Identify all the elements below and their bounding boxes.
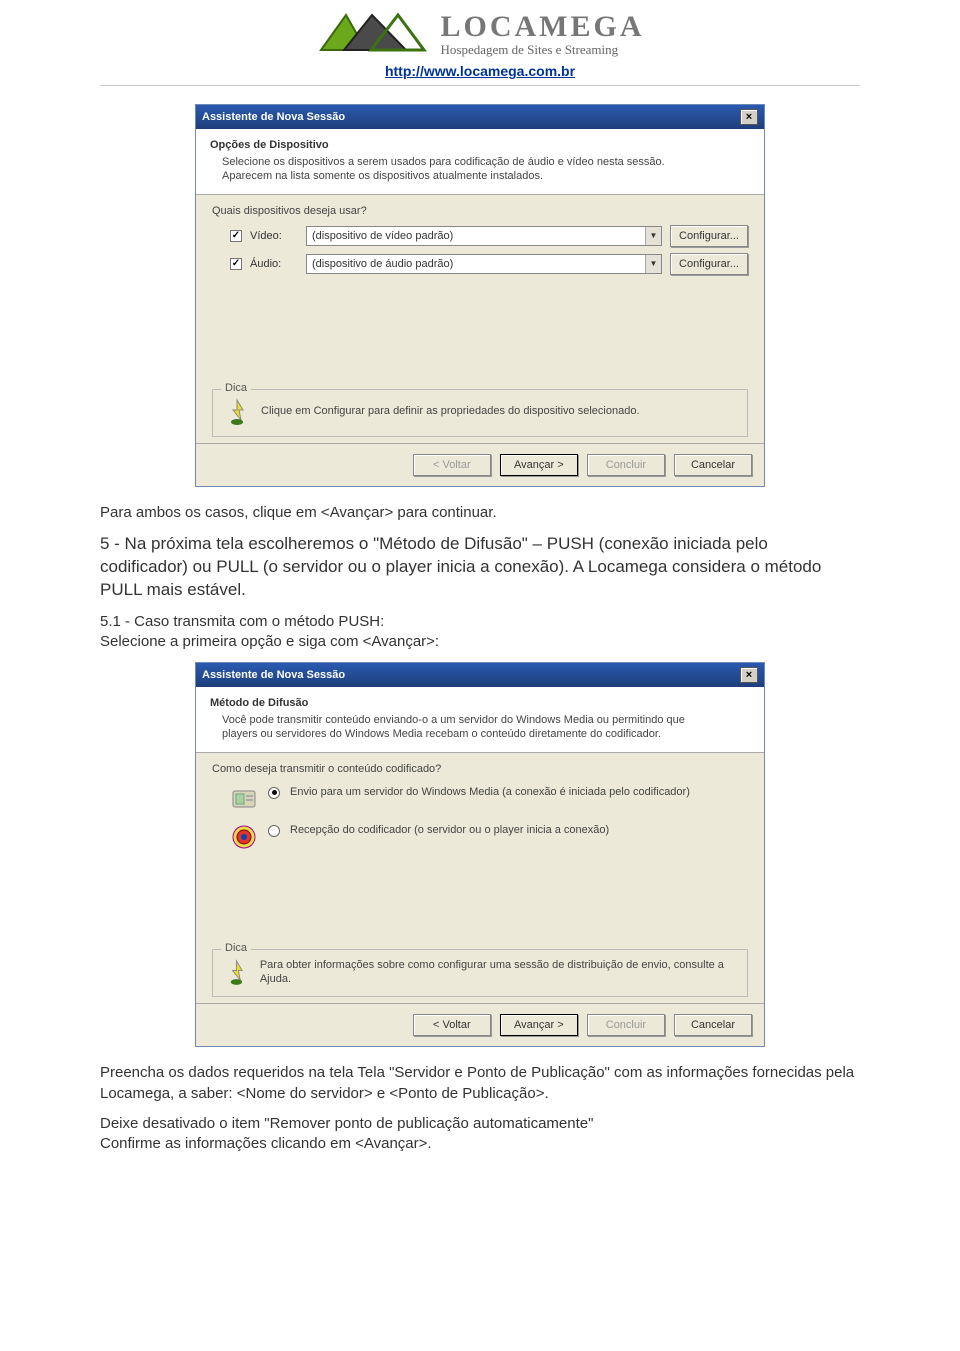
push-option-row[interactable]: Envio para um servidor do Windows Media … — [230, 785, 748, 813]
wizard-footer: < Voltar Avançar > Concluir Cancelar — [196, 443, 764, 486]
video-device-row: ✓ Vídeo: (dispositivo de vídeo padrão) ▼… — [230, 225, 748, 247]
wizard-window-broadcast-method: Assistente de Nova Sessão × Método de Di… — [195, 662, 765, 1047]
logo-subtitle: Hospedagem de Sites e Streaming — [441, 42, 645, 58]
question-label: Quais dispositivos deseja usar? — [212, 205, 748, 217]
logo-title: LOCAMEGA — [441, 10, 645, 44]
header-divider — [100, 85, 860, 86]
audio-label: Áudio: — [250, 258, 298, 270]
section-title: Opções de Dispositivo — [210, 139, 750, 151]
push-radio[interactable] — [268, 787, 280, 799]
site-url-link[interactable]: http://www.locamega.com.br — [100, 63, 860, 79]
audio-checkbox[interactable]: ✓ — [230, 258, 242, 270]
close-icon[interactable]: × — [740, 667, 758, 683]
instruction-text: Para ambos os casos, clique em <Avançar>… — [100, 503, 860, 523]
finish-button[interactable]: Concluir — [587, 454, 665, 476]
audio-device-dropdown[interactable]: (dispositivo de áudio padrão) ▼ — [306, 254, 662, 274]
instruction-text: Deixe desativado o item "Remover ponto d… — [100, 1114, 860, 1134]
lightbulb-icon — [223, 958, 250, 986]
titlebar: Assistente de Nova Sessão × — [196, 105, 764, 129]
titlebar: Assistente de Nova Sessão × — [196, 663, 764, 687]
tip-legend: Dica — [221, 942, 251, 954]
tip-text: Para obter informações sobre como config… — [260, 958, 737, 987]
logo-mark-icon — [316, 10, 431, 58]
next-button[interactable]: Avançar > — [500, 454, 578, 476]
audio-device-value: (dispositivo de áudio padrão) — [312, 258, 453, 270]
window-title: Assistente de Nova Sessão — [202, 669, 345, 681]
tip-legend: Dica — [221, 382, 251, 394]
video-label: Vídeo: — [250, 230, 298, 242]
question-label: Como deseja transmitir o conteúdo codifi… — [212, 763, 748, 775]
tip-text: Clique em Configurar para definir as pro… — [261, 404, 640, 418]
configure-audio-button[interactable]: Configurar... — [670, 253, 748, 275]
server-icon — [230, 785, 258, 813]
cancel-button[interactable]: Cancelar — [674, 454, 752, 476]
window-title: Assistente de Nova Sessão — [202, 111, 345, 123]
chevron-down-icon: ▼ — [645, 255, 661, 273]
instruction-text: Preencha os dados requeridos na tela Tel… — [100, 1063, 860, 1104]
cancel-button[interactable]: Cancelar — [674, 1014, 752, 1036]
chevron-down-icon: ▼ — [645, 227, 661, 245]
document-header: LOCAMEGA Hospedagem de Sites e Streaming… — [100, 10, 860, 79]
video-device-dropdown[interactable]: (dispositivo de vídeo padrão) ▼ — [306, 226, 662, 246]
wizard-window-devices: Assistente de Nova Sessão × Opções de Di… — [195, 104, 765, 487]
back-button[interactable]: < Voltar — [413, 1014, 491, 1036]
configure-video-button[interactable]: Configurar... — [670, 225, 748, 247]
instruction-text: 5 - Na próxima tela escolheremos o "Méto… — [100, 533, 860, 602]
back-button[interactable]: < Voltar — [413, 454, 491, 476]
push-option-label: Envio para um servidor do Windows Media … — [290, 785, 690, 800]
instruction-text: Selecione a primeira opção e siga com <A… — [100, 632, 860, 652]
section-description: Você pode transmitir conteúdo enviando-o… — [222, 713, 712, 742]
section-title: Método de Difusão — [210, 697, 750, 709]
finish-button[interactable]: Concluir — [587, 1014, 665, 1036]
encoder-icon — [230, 823, 258, 851]
tip-fieldset: Dica Para obter informações sobre como c… — [212, 949, 748, 998]
instruction-text: Confirme as informações clicando em <Ava… — [100, 1134, 860, 1154]
instruction-text: 5.1 - Caso transmita com o método PUSH: — [100, 612, 860, 632]
logo: LOCAMEGA Hospedagem de Sites e Streaming — [316, 10, 645, 58]
pull-option-label: Recepção do codificador (o servidor ou o… — [290, 823, 609, 838]
wizard-footer: < Voltar Avançar > Concluir Cancelar — [196, 1003, 764, 1046]
next-button[interactable]: Avançar > — [500, 1014, 578, 1036]
video-checkbox[interactable]: ✓ — [230, 230, 242, 242]
audio-device-row: ✓ Áudio: (dispositivo de áudio padrão) ▼… — [230, 253, 748, 275]
pull-option-row[interactable]: Recepção do codificador (o servidor ou o… — [230, 823, 748, 851]
close-icon[interactable]: × — [740, 109, 758, 125]
pull-radio[interactable] — [268, 825, 280, 837]
video-device-value: (dispositivo de vídeo padrão) — [312, 230, 453, 242]
tip-fieldset: Dica Clique em Configurar para definir a… — [212, 389, 748, 437]
section-description: Selecione os dispositivos a serem usados… — [222, 155, 712, 184]
lightbulb-icon — [223, 398, 251, 426]
